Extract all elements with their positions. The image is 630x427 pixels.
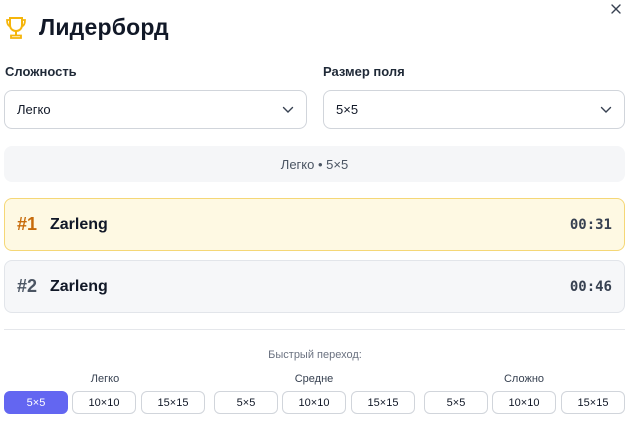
quick-jump-medium-15x15[interactable]: 15×15 <box>351 391 415 414</box>
quick-jump-hard-15x15[interactable]: 15×15 <box>561 391 625 414</box>
quick-jump-group-hard: Сложно <box>503 373 545 385</box>
difficulty-label: Сложность <box>5 64 77 79</box>
difficulty-select-value: Легко <box>17 102 51 117</box>
page-title: Лидерборд <box>39 14 169 40</box>
quick-jump-easy-15x15[interactable]: 15×15 <box>141 391 205 414</box>
divider <box>4 329 625 330</box>
quick-jump-group-medium: Средне <box>294 373 334 385</box>
quick-jump-group-easy: Легко <box>90 373 120 385</box>
trophy-icon <box>6 16 26 39</box>
filter-summary: Легко • 5×5 <box>4 146 625 182</box>
quick-jump-medium-5x5[interactable]: 5×5 <box>214 391 278 414</box>
board-size-select[interactable]: 5×5 <box>323 90 625 129</box>
board-size-label: Размер поля <box>323 64 405 79</box>
quick-jump-hard-10x10[interactable]: 10×10 <box>492 391 556 414</box>
close-button[interactable] <box>608 2 624 18</box>
player-name: Zarleng <box>50 277 108 295</box>
chevron-down-icon <box>282 106 294 113</box>
quick-jump-easy-5x5[interactable]: 5×5 <box>4 391 68 414</box>
quick-jump-easy-10x10[interactable]: 10×10 <box>72 391 136 414</box>
player-time: 00:46 <box>569 278 612 295</box>
quick-jump-hard-5x5[interactable]: 5×5 <box>424 391 488 414</box>
board-size-select-value: 5×5 <box>336 102 359 117</box>
quick-jump-medium-10x10[interactable]: 10×10 <box>282 391 346 414</box>
rank-number: #2 <box>17 276 38 296</box>
quick-jump-label: Быстрый переход: <box>268 349 362 361</box>
player-name: Zarleng <box>50 215 108 233</box>
chevron-down-icon <box>600 106 612 113</box>
player-time: 00:31 <box>569 216 612 233</box>
difficulty-select[interactable]: Легко <box>4 90 307 129</box>
rank-number: #1 <box>17 214 38 234</box>
close-icon <box>611 4 621 14</box>
dialog-header: Лидерборд <box>5 14 169 41</box>
leaderboard-row: #1 Zarleng 00:31 <box>4 198 625 251</box>
leaderboard-row: #2 Zarleng 00:46 <box>4 260 625 313</box>
